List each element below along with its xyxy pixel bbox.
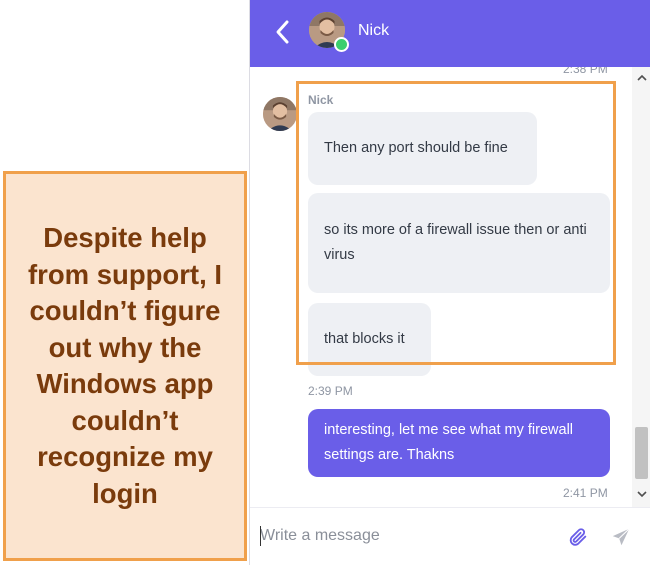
- message-timestamp: 2:39 PM: [308, 384, 353, 398]
- back-button[interactable]: [270, 17, 296, 47]
- message-composer: [250, 507, 650, 566]
- chat-window: Nick 2:38 PM Nick Then any port should b…: [249, 0, 650, 566]
- message-list[interactable]: 2:38 PM Nick Then any port should be fin…: [250, 67, 632, 507]
- chat-header: Nick: [250, 0, 650, 67]
- attach-button[interactable]: [567, 526, 589, 548]
- outgoing-message[interactable]: interesting, let me see what my firewall…: [308, 409, 610, 477]
- annotation-callout: Despite help from support, I couldn’t fi…: [3, 171, 247, 561]
- incoming-message[interactable]: so its more of a firewall issue then or …: [308, 193, 610, 293]
- message-input[interactable]: [260, 522, 540, 550]
- send-icon: [612, 528, 630, 546]
- left-pane: Despite help from support, I couldn’t fi…: [0, 0, 249, 565]
- sender-name: Nick: [308, 93, 334, 107]
- chevron-left-icon: [276, 20, 289, 44]
- scrollbar-thumb[interactable]: [635, 427, 648, 479]
- scrollbar[interactable]: [632, 67, 650, 507]
- paperclip-icon: [569, 528, 587, 546]
- annotation-text: Despite help from support, I couldn’t fi…: [27, 222, 223, 509]
- message-timestamp: 2:38 PM: [563, 67, 608, 76]
- scroll-down-icon[interactable]: [637, 489, 647, 499]
- message-timestamp: 2:41 PM: [563, 486, 608, 500]
- contact-name: Nick: [358, 22, 390, 39]
- incoming-message[interactable]: Then any port should be fine: [308, 112, 537, 185]
- send-button[interactable]: [610, 526, 632, 548]
- online-status-icon: [334, 37, 349, 52]
- sender-avatar: [263, 97, 297, 131]
- scroll-up-icon[interactable]: [637, 73, 647, 83]
- text-caret: [260, 526, 261, 546]
- incoming-message[interactable]: that blocks it: [308, 303, 431, 376]
